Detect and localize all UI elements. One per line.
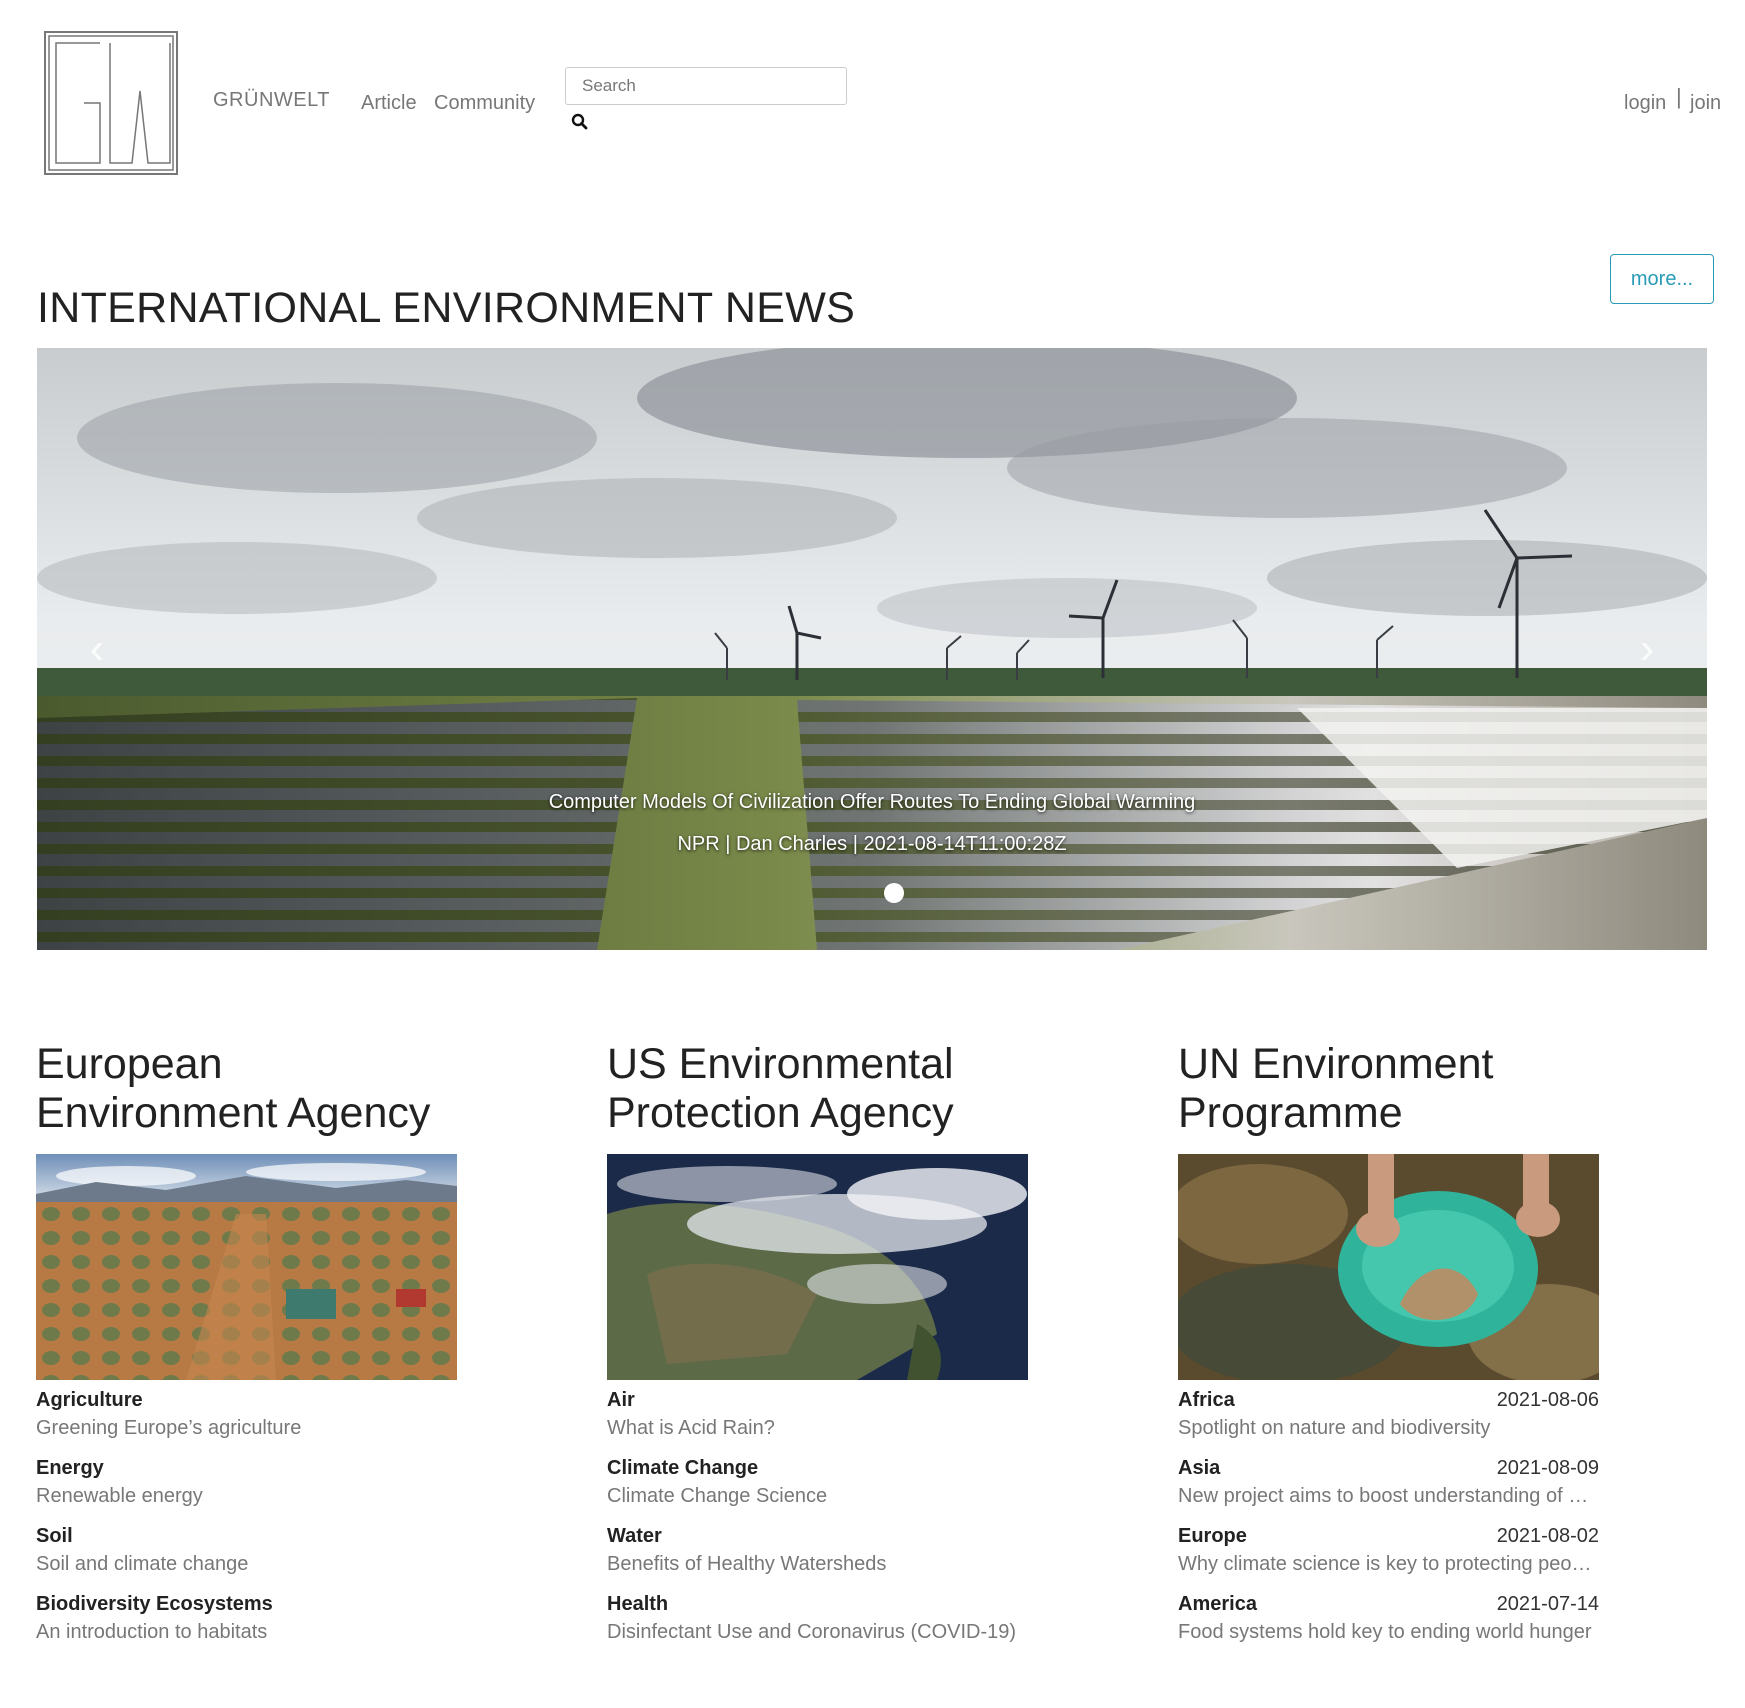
item-topic: Agriculture bbox=[36, 1389, 143, 1411]
search-input[interactable] bbox=[565, 67, 847, 105]
column-title: US Environmental Protection Agency bbox=[607, 1040, 954, 1137]
list-item[interactable]: Climate Change Climate Change Science bbox=[607, 1455, 1028, 1523]
list-item[interactable]: Africa 2021-08-06 Spotlight on nature an… bbox=[1178, 1387, 1599, 1455]
item-date: 2021-08-02 bbox=[1496, 1525, 1599, 1547]
list-item[interactable]: Europe 2021-08-02 Why climate science is… bbox=[1178, 1523, 1599, 1591]
news-carousel[interactable]: ‹ › Computer Models Of Civilization Offe… bbox=[37, 348, 1707, 950]
item-description[interactable]: Why climate science is key to protecting… bbox=[1178, 1549, 1599, 1579]
column-unep: UN Environment Programme Africa 2021-08-0… bbox=[1178, 1040, 1599, 1643]
item-description[interactable]: Spotlight on nature and biodiversity bbox=[1178, 1413, 1599, 1443]
item-description[interactable]: An introduction to habitats bbox=[36, 1617, 457, 1647]
section-title: INTERNATIONAL ENVIRONMENT NEWS bbox=[37, 284, 856, 332]
list-item[interactable]: Biodiversity Ecosystems An introduction … bbox=[36, 1591, 457, 1659]
column-eea: European Environment Agency Agriculture G… bbox=[36, 1040, 457, 1643]
search-icon[interactable] bbox=[570, 112, 590, 132]
item-topic: Soil bbox=[36, 1525, 73, 1547]
eea-image[interactable] bbox=[36, 1154, 457, 1380]
item-topic: Biodiversity Ecosystems bbox=[36, 1593, 273, 1615]
list-item[interactable]: Energy Renewable energy bbox=[36, 1455, 457, 1523]
list-item[interactable]: Water Benefits of Healthy Watersheds bbox=[607, 1523, 1028, 1591]
column-title: UN Environment Programme bbox=[1178, 1040, 1494, 1137]
chevron-right-icon: › bbox=[1639, 624, 1655, 673]
join-link[interactable]: join bbox=[1690, 92, 1721, 115]
item-description[interactable]: Benefits of Healthy Watersheds bbox=[607, 1549, 1028, 1579]
item-topic: Energy bbox=[36, 1457, 104, 1479]
item-description[interactable]: New project aims to boost understanding … bbox=[1178, 1481, 1599, 1511]
item-description[interactable]: Food systems hold key to ending world hu… bbox=[1178, 1617, 1599, 1647]
item-topic: Health bbox=[607, 1593, 669, 1615]
item-topic: Climate Change bbox=[607, 1457, 759, 1479]
item-date: 2021-08-09 bbox=[1496, 1457, 1599, 1479]
item-topic: Air bbox=[607, 1389, 635, 1411]
epa-topic-list: Air What is Acid Rain? Climate Change Cl… bbox=[607, 1387, 1028, 1659]
carousel-meta: NPR | Dan Charles | 2021-08-14T11:00:28Z bbox=[677, 833, 1067, 855]
item-description[interactable]: Climate Change Science bbox=[607, 1481, 1028, 1511]
unep-image[interactable] bbox=[1178, 1154, 1599, 1380]
item-date: 2021-07-14 bbox=[1496, 1593, 1599, 1615]
carousel-prev-button[interactable]: ‹ bbox=[37, 348, 157, 950]
auth-separator: | bbox=[1676, 84, 1682, 109]
epa-image[interactable] bbox=[607, 1154, 1028, 1380]
item-description[interactable]: What is Acid Rain? bbox=[607, 1413, 1028, 1443]
list-item[interactable]: America 2021-07-14 Food systems hold key… bbox=[1178, 1591, 1599, 1659]
carousel-image bbox=[37, 348, 1707, 950]
list-item[interactable]: Soil Soil and climate change bbox=[36, 1523, 457, 1591]
carousel-indicator[interactable] bbox=[884, 883, 904, 903]
item-description[interactable]: Soil and climate change bbox=[36, 1549, 457, 1579]
list-item[interactable]: Health Disinfectant Use and Coronavirus … bbox=[607, 1591, 1028, 1659]
chevron-left-icon: ‹ bbox=[89, 624, 105, 673]
unep-topic-list: Africa 2021-08-06 Spotlight on nature an… bbox=[1178, 1387, 1599, 1659]
nav-article[interactable]: Article bbox=[361, 92, 417, 115]
column-title: European Environment Agency bbox=[36, 1040, 431, 1137]
list-item[interactable]: Agriculture Greening Europe’s agricultur… bbox=[36, 1387, 457, 1455]
login-link[interactable]: login bbox=[1624, 92, 1666, 115]
site-logo[interactable] bbox=[44, 31, 178, 175]
list-item[interactable]: Air What is Acid Rain? bbox=[607, 1387, 1028, 1455]
brand-name[interactable]: GRÜNWELT bbox=[213, 89, 330, 112]
item-description[interactable]: Greening Europe’s agriculture bbox=[36, 1413, 457, 1443]
item-topic: Water bbox=[607, 1525, 662, 1547]
carousel-next-button[interactable]: › bbox=[1587, 348, 1707, 950]
item-description[interactable]: Renewable energy bbox=[36, 1481, 457, 1511]
eea-topic-list: Agriculture Greening Europe’s agricultur… bbox=[36, 1387, 457, 1659]
list-item[interactable]: Asia 2021-08-09 New project aims to boos… bbox=[1178, 1455, 1599, 1523]
column-epa: US Environmental Protection Agency Air Wh… bbox=[607, 1040, 1028, 1643]
item-description[interactable]: Disinfectant Use and Coronavirus (COVID-… bbox=[607, 1617, 1028, 1647]
nav-community[interactable]: Community bbox=[434, 92, 535, 115]
item-date: 2021-08-06 bbox=[1496, 1389, 1599, 1411]
carousel-headline[interactable]: Computer Models Of Civilization Offer Ro… bbox=[37, 791, 1707, 814]
more-button[interactable]: more... bbox=[1610, 254, 1714, 304]
